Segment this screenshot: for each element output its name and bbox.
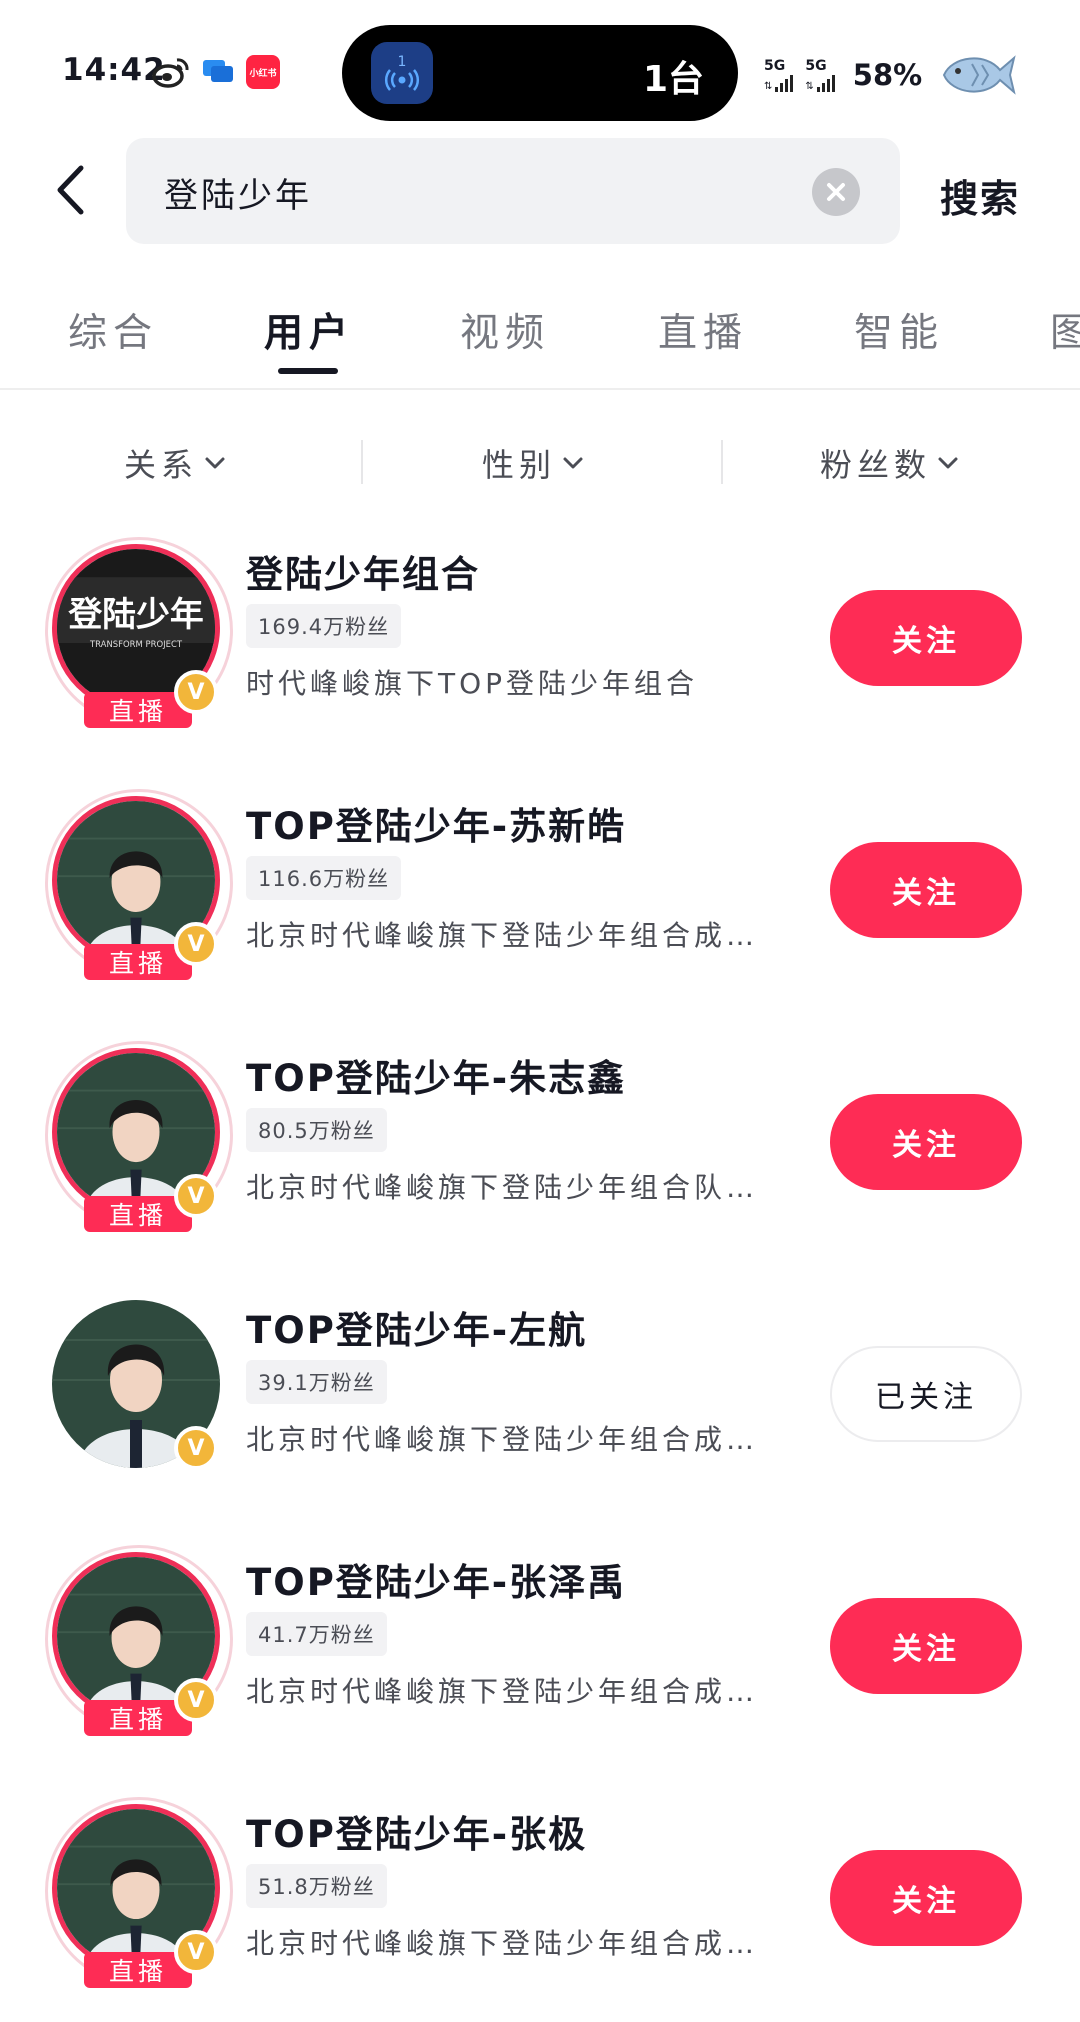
clear-button[interactable]	[812, 168, 860, 216]
chevron-down-icon	[563, 457, 583, 469]
user-row[interactable]: 登陆少年 TRANSFORM PROJECT 直播 V 登陆少年组合 169.4…	[0, 520, 1080, 772]
tab-images[interactable]: 图	[1050, 302, 1080, 358]
dynamic-island[interactable]: 1 1台	[342, 25, 738, 121]
filter-divider	[721, 440, 723, 484]
tab-general[interactable]: 综合	[68, 302, 158, 358]
filter-gender[interactable]: 性别	[482, 440, 584, 486]
verified-icon: V	[174, 1678, 218, 1722]
user-description: 北京时代峰峻旗下登陆少年组合成…	[246, 919, 759, 952]
follow-button[interactable]: 关注	[830, 1598, 1022, 1694]
user-description: 时代峰峻旗下TOP登陆少年组合	[246, 667, 699, 700]
xiaohongshu-icon: 小红书	[246, 55, 280, 89]
user-name[interactable]: TOP登陆少年-左航	[246, 1300, 587, 1354]
tab-live[interactable]: 直播	[658, 302, 748, 358]
network-1-label: 5G	[764, 57, 786, 74]
data-arrows-icon: ⇅	[764, 80, 773, 92]
avatar-logo-subtext: TRANSFORM PROJECT	[89, 639, 183, 649]
chevron-down-icon	[938, 457, 958, 469]
signal-waves-icon	[385, 69, 419, 91]
avatar-wrap[interactable]: 直播 V	[45, 789, 233, 980]
filter-fans-count[interactable]: 粉丝数	[820, 440, 959, 486]
user-name[interactable]: 登陆少年组合	[246, 544, 480, 598]
user-name[interactable]: TOP登陆少年-张泽禹	[246, 1552, 626, 1606]
clear-icon	[827, 183, 845, 201]
filter-fans-count-label: 粉丝数	[820, 446, 932, 484]
back-arrow-icon	[57, 165, 84, 215]
signal-bars-icon	[816, 74, 835, 92]
tab-smart[interactable]: 智能	[854, 302, 944, 358]
verified-icon: V	[174, 670, 218, 714]
user-description: 北京时代峰峻旗下登陆少年组合成…	[246, 1423, 759, 1456]
verified-icon: V	[174, 922, 218, 966]
avatar-wrap[interactable]: V	[52, 1300, 220, 1470]
user-row[interactable]: 直播 V TOP登陆少年-张泽禹 41.7万粉丝 北京时代峰峻旗下登陆少年组合成…	[0, 1528, 1080, 1780]
user-description: 北京时代峰峻旗下登陆少年组合队…	[246, 1171, 759, 1204]
tab-videos[interactable]: 视频	[460, 302, 550, 358]
user-row[interactable]: 直播 V TOP登陆少年-苏新皓 116.6万粉丝 北京时代峰峻旗下登陆少年组合…	[0, 772, 1080, 1024]
avatar-wrap[interactable]: 直播 V	[45, 1041, 233, 1232]
user-row[interactable]: 直播 V TOP登陆少年-朱志鑫 80.5万粉丝 北京时代峰峻旗下登陆少年组合队…	[0, 1024, 1080, 1276]
search-query[interactable]: 登陆少年	[164, 168, 312, 217]
avatar-wrap[interactable]: 登陆少年 TRANSFORM PROJECT 直播 V	[45, 537, 233, 728]
verified-icon: V	[174, 1174, 218, 1218]
avatar-wrap[interactable]: 直播 V	[45, 1797, 233, 1988]
back-button[interactable]	[44, 160, 96, 220]
network-2: 5G ⇅	[805, 57, 835, 92]
avatar-wrap[interactable]: 直播 V	[45, 1545, 233, 1736]
chevron-down-icon	[205, 457, 225, 469]
fish-icon	[943, 55, 1016, 95]
followed-button[interactable]: 已关注	[830, 1346, 1022, 1442]
user-row[interactable]: V TOP登陆少年-左航 39.1万粉丝 北京时代峰峻旗下登陆少年组合成… 已关…	[0, 1276, 1080, 1528]
user-row[interactable]: 直播 V TOP登陆少年-张极 51.8万粉丝 北京时代峰峻旗下登陆少年组合成……	[0, 1780, 1080, 2022]
message-icon	[200, 54, 236, 90]
avatar-logo-text: 登陆少年	[67, 595, 203, 634]
status-time: 14:42	[62, 52, 166, 88]
user-description: 北京时代峰峻旗下登陆少年组合成…	[246, 1675, 759, 1708]
island-count: 1台	[642, 59, 704, 100]
user-name[interactable]: TOP登陆少年-苏新皓	[246, 796, 626, 850]
filter-relationship-label: 关系	[124, 446, 199, 484]
network-2-label: 5G	[805, 57, 827, 74]
fans-count: 169.4万粉丝	[246, 604, 402, 648]
search-input[interactable]: 登陆少年	[126, 138, 900, 244]
search-button[interactable]: 搜索	[940, 168, 1020, 223]
signal-bars-icon	[775, 74, 794, 92]
fans-count: 51.8万粉丝	[246, 1864, 387, 1908]
data-arrows-icon: ⇅	[805, 80, 814, 92]
follow-button[interactable]: 关注	[830, 1850, 1022, 1946]
filter-divider	[361, 440, 363, 484]
user-name[interactable]: TOP登陆少年-张极	[246, 1804, 587, 1858]
tab-indicator	[278, 368, 338, 374]
fans-count: 39.1万粉丝	[246, 1360, 387, 1404]
verified-icon: V	[174, 1930, 218, 1974]
fans-count: 116.6万粉丝	[246, 856, 402, 900]
user-name[interactable]: TOP登陆少年-朱志鑫	[246, 1048, 626, 1102]
filter-bar: 关系 性别 粉丝数	[0, 434, 1080, 494]
network-1: 5G ⇅	[764, 57, 794, 92]
user-description: 北京时代峰峻旗下登陆少年组合成…	[246, 1927, 759, 1960]
follow-button[interactable]: 关注	[830, 842, 1022, 938]
filter-gender-label: 性别	[482, 446, 557, 484]
broadcast-icon: 1	[371, 42, 433, 104]
filter-relationship[interactable]: 关系	[124, 440, 226, 486]
status-bar: 14:42 小红书 1 1台 5G ⇅ 5G ⇅ 58%	[0, 0, 1080, 130]
status-app-icons: 小红书	[152, 54, 280, 90]
follow-button[interactable]: 关注	[830, 590, 1022, 686]
tab-bar: 综合 用户 视频 直播 智能 图	[0, 290, 1080, 390]
follow-button[interactable]: 关注	[830, 1094, 1022, 1190]
battery-level: 58%	[852, 58, 923, 92]
fans-count: 41.7万粉丝	[246, 1612, 387, 1656]
verified-icon: V	[174, 1426, 218, 1470]
weibo-icon	[152, 54, 190, 90]
status-right: 5G ⇅ 5G ⇅ 58%	[764, 50, 1018, 100]
island-app-badge: 1	[397, 54, 407, 70]
tab-users[interactable]: 用户	[264, 302, 354, 358]
fans-count: 80.5万粉丝	[246, 1108, 387, 1152]
